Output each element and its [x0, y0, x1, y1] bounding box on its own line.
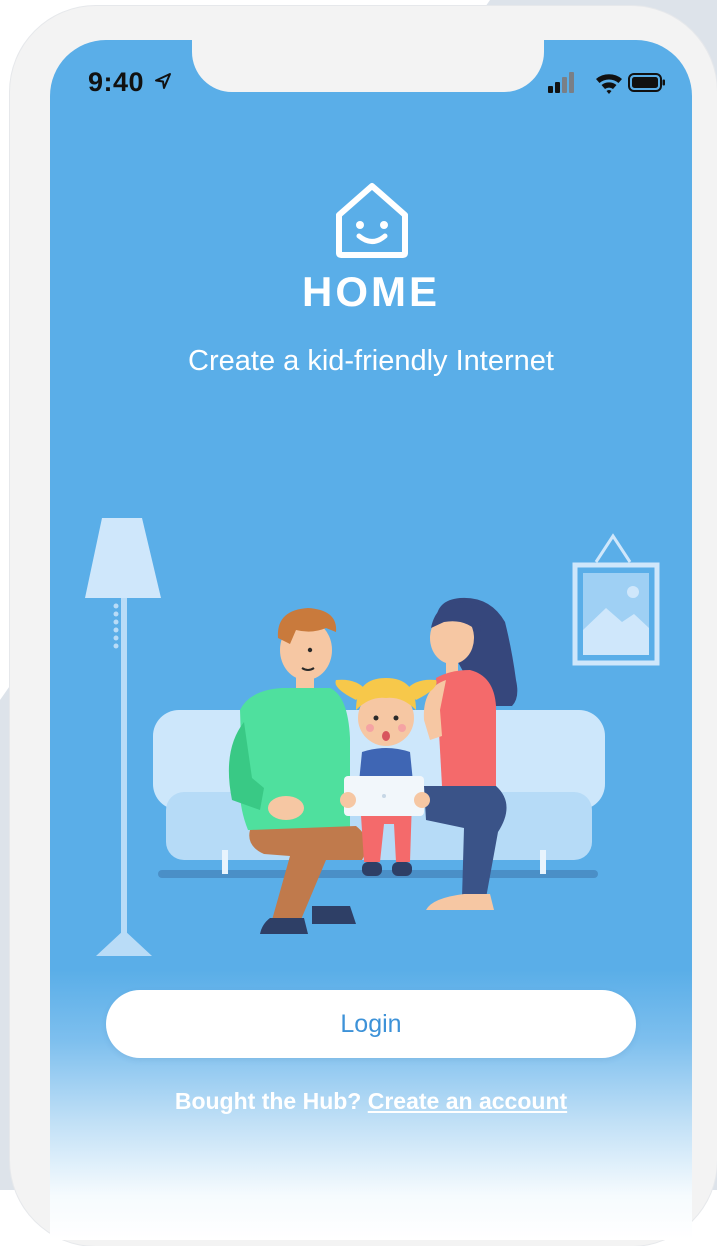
login-button[interactable]: Login	[106, 990, 636, 1058]
battery-icon	[628, 73, 665, 92]
create-account-link[interactable]: Create an account	[368, 1088, 567, 1114]
father-figure	[228, 608, 367, 934]
app-screen: 9:40 HOME Create a kid-friendly Internet…	[50, 40, 692, 1240]
status-icons	[548, 72, 665, 94]
signup-prompt: Bought the Hub?	[174, 1088, 362, 1114]
status-bar: 9:40	[50, 40, 692, 100]
wall-picture	[572, 533, 660, 666]
tagline: Create a kid-friendly Internet	[188, 345, 554, 377]
wifi-icon	[596, 74, 622, 94]
status-time: 9:40	[88, 67, 145, 97]
floor-lamp	[85, 518, 161, 956]
cellular-signal-icon	[548, 72, 574, 93]
signup-row: Bought the Hub? Create an account	[50, 1088, 692, 1115]
app-name: HOME	[302, 268, 440, 315]
smiling-house-icon	[336, 183, 408, 258]
location-arrow-icon	[155, 73, 171, 89]
family-on-sofa-illustration	[85, 518, 660, 956]
phone-frame: 9:40 HOME Create a kid-friendly Internet…	[10, 6, 717, 1246]
